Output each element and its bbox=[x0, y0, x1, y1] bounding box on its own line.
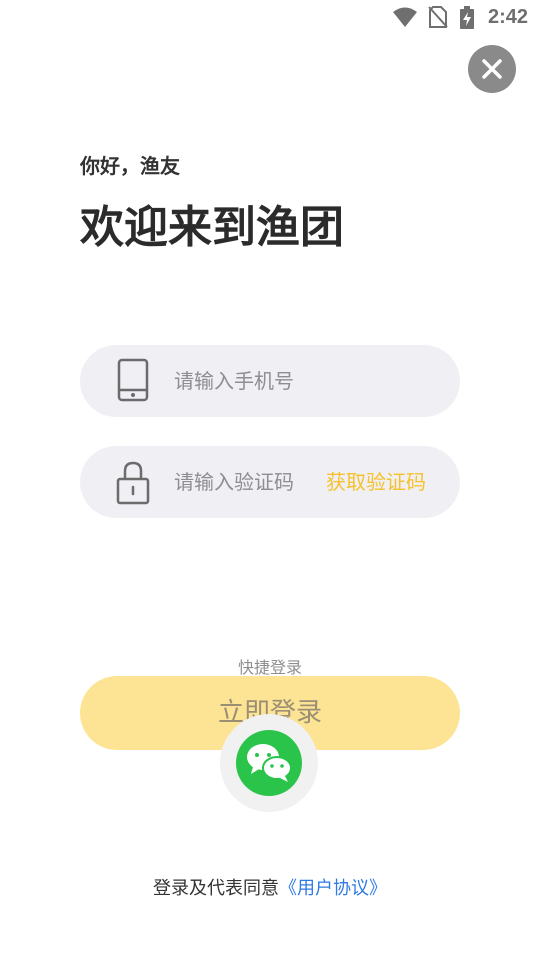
agreement-text: 登录及代表同意《用户协议》 bbox=[0, 874, 540, 900]
close-icon bbox=[481, 58, 503, 80]
wechat-login-button[interactable] bbox=[220, 714, 318, 812]
code-input[interactable] bbox=[174, 464, 334, 500]
wechat-icon bbox=[245, 742, 293, 784]
greeting-text: 你好，渔友 bbox=[80, 154, 180, 178]
no-sim-icon bbox=[428, 6, 448, 32]
get-code-button[interactable]: 获取验证码 bbox=[326, 467, 426, 497]
lock-icon bbox=[110, 459, 156, 505]
quick-login-label: 快捷登录 bbox=[237, 658, 302, 677]
wechat-icon-bg bbox=[236, 730, 302, 796]
agreement-prefix: 登录及代表同意 bbox=[153, 878, 279, 899]
phone-icon bbox=[110, 358, 156, 404]
phone-input[interactable] bbox=[174, 363, 334, 399]
close-button[interactable] bbox=[468, 45, 516, 93]
wifi-icon bbox=[392, 6, 418, 32]
battery-charging-icon bbox=[459, 6, 475, 34]
user-agreement-link[interactable]: 《用户协议》 bbox=[279, 878, 387, 899]
phone-field[interactable] bbox=[80, 345, 460, 417]
code-field[interactable]: 获取验证码 bbox=[80, 446, 460, 518]
page-title: 欢迎来到渔团 bbox=[80, 202, 344, 253]
status-time: 2:42 bbox=[487, 6, 528, 28]
status-bar: 2:42 bbox=[0, 0, 540, 36]
